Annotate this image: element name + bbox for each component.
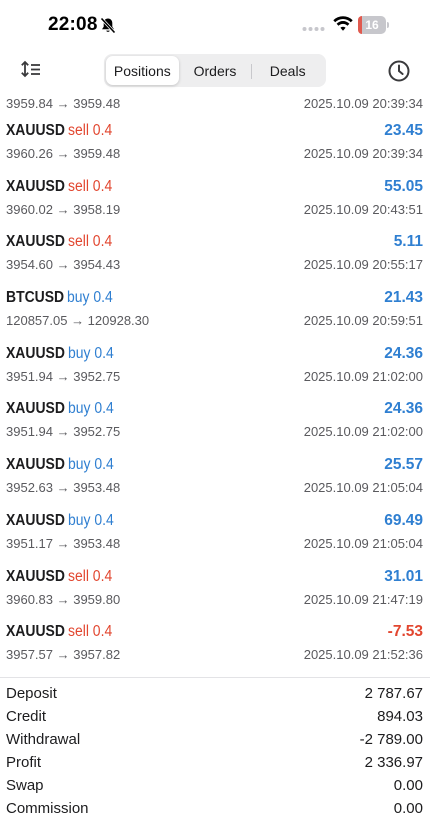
deal-row[interactable]: XAUUSD sell 0.4 -7.53 3957.57 → 3957.82 2025… <box>0 617 430 673</box>
deal-time: 2025.10.09 21:52:36 <box>303 647 423 663</box>
deal-profit: -7.53 <box>387 623 423 641</box>
deal-row[interactable]: XAUUSD sell 0.4 5.11 3954.60 → 3954.43 2025.… <box>0 227 430 283</box>
tab-positions[interactable]: Positions <box>106 56 179 85</box>
deal-time: 2025.10.09 20:39:34 <box>303 96 423 111</box>
deal-symbol: XAUUSD <box>6 567 65 585</box>
deal-prices: 3954.60 → 3954.43 <box>6 257 121 273</box>
deal-row[interactable]: XAUUSD buy 0.4 25.57 3952.63 → 3953.48 2025.… <box>0 450 430 506</box>
list-item-partial[interactable]: 3959.84 → 3959.48 2025.10.09 20:39:34 <box>0 92 430 116</box>
summary-row: Profit 2 336.97 <box>0 752 430 775</box>
summary-label: Commission <box>6 800 89 817</box>
deals-list: 3959.84 → 3959.48 2025.10.09 20:39:34 XA… <box>0 92 430 673</box>
deal-time: 2025.10.09 20:55:17 <box>303 257 423 273</box>
deal-symbol: XAUUSD <box>6 177 65 195</box>
summary-row: Swap 0.00 <box>0 775 430 798</box>
summary-row: Credit 894.03 <box>0 706 430 729</box>
status-bar: 22:08 16 <box>0 0 430 50</box>
deal-symbol: XAUUSD <box>6 623 65 641</box>
deal-type: buy 0.4 <box>67 344 114 362</box>
deal-prices: 3960.26 → 3959.48 <box>6 146 121 161</box>
deal-profit: 69.49 <box>384 511 423 529</box>
deal-profit: 55.05 <box>384 177 423 195</box>
deal-row[interactable]: BTCUSD buy 0.4 21.43 120857.05 → 120928.30 2… <box>0 283 430 339</box>
deal-type: buy 0.4 <box>67 400 114 418</box>
deal-time: 2025.10.09 20:59:51 <box>303 313 423 329</box>
deal-type: buy 0.4 <box>67 289 113 307</box>
deal-type: sell 0.4 <box>67 122 113 139</box>
deal-profit: 23.45 <box>384 122 423 139</box>
deal-row[interactable]: XAUUSD buy 0.4 69.49 3951.17 → 3953.48 2025.… <box>0 506 430 562</box>
summary-value: 2 336.97 <box>364 754 423 771</box>
deal-profit: 24.36 <box>384 400 423 418</box>
summary-row: Commission 0.00 <box>0 798 430 821</box>
deal-prices: 3957.57 → 3957.82 <box>6 647 121 663</box>
battery-level: 16 <box>365 18 379 32</box>
deal-symbol: XAUUSD <box>6 400 65 418</box>
summary-row: Withdrawal -2 789.00 <box>0 729 430 752</box>
summary-label: Withdrawal <box>6 731 81 748</box>
deal-profit: 31.01 <box>384 567 423 585</box>
summary-label: Credit <box>6 708 47 725</box>
deal-prices: 3951.94 → 3952.75 <box>6 424 121 440</box>
deal-time: 2025.10.09 20:43:51 <box>303 201 423 217</box>
tab-orders[interactable]: Orders <box>179 56 252 85</box>
deal-time: 2025.10.09 21:02:00 <box>303 424 423 440</box>
deal-time: 2025.10.09 21:47:19 <box>303 591 423 607</box>
deal-type: sell 0.4 <box>67 177 113 195</box>
deal-row[interactable]: XAUUSD sell 0.4 55.05 3960.02 → 3958.19 2025… <box>0 172 430 228</box>
deal-type: buy 0.4 <box>67 456 114 474</box>
deal-prices: 3952.63 → 3953.48 <box>6 480 121 496</box>
sort-icon[interactable] <box>20 60 42 80</box>
deal-type: sell 0.4 <box>67 233 113 251</box>
deal-prices: 3951.17 → 3953.48 <box>6 535 121 551</box>
deal-time: 2025.10.09 21:02:00 <box>303 368 423 384</box>
deal-prices: 3960.83 → 3959.80 <box>6 591 121 607</box>
deal-symbol: XAUUSD <box>6 511 65 529</box>
deal-symbol: XAUUSD <box>6 456 65 474</box>
deal-profit: 21.43 <box>384 289 423 307</box>
deal-profit: 24.36 <box>384 344 423 362</box>
summary-value: 0.00 <box>393 800 423 817</box>
tab-switcher: Positions Orders Deals <box>104 54 326 87</box>
battery-indicator: 16 <box>358 16 390 34</box>
summary-value: 0.00 <box>393 777 423 794</box>
deal-prices: 3959.84 → 3959.48 <box>6 96 121 111</box>
deal-profit: 5.11 <box>393 233 423 251</box>
summary-value: 894.03 <box>377 708 423 725</box>
deal-symbol: BTCUSD <box>6 289 65 307</box>
deal-row[interactable]: XAUUSD buy 0.4 24.36 3951.94 → 3952.75 2025.… <box>0 339 430 395</box>
deal-symbol: XAUUSD <box>6 344 65 362</box>
summary-label: Deposit <box>6 685 57 702</box>
summary-label: Swap <box>6 777 44 794</box>
summary-value: -2 789.00 <box>359 731 423 748</box>
status-time: 22:08 <box>48 14 98 35</box>
deal-time: 2025.10.09 21:05:04 <box>303 480 423 496</box>
summary-label: Profit <box>6 754 42 771</box>
battery-cap <box>387 22 389 28</box>
deal-row[interactable]: XAUUSD sell 0.4 23.45 3960.26 → 3959.48 2025… <box>0 116 430 172</box>
toolbar: Positions Orders Deals <box>0 50 430 92</box>
wifi-icon <box>333 16 353 31</box>
tab-deals[interactable]: Deals <box>251 56 324 85</box>
deal-time: 2025.10.09 21:05:04 <box>303 535 423 551</box>
deal-type: sell 0.4 <box>67 623 113 641</box>
deal-symbol: XAUUSD <box>6 233 65 251</box>
deal-row[interactable]: XAUUSD sell 0.4 31.01 3960.83 → 3959.80 2025… <box>0 562 430 618</box>
deal-type: buy 0.4 <box>67 511 114 529</box>
deal-time: 2025.10.09 20:39:34 <box>303 146 423 161</box>
clock-icon[interactable] <box>387 59 411 83</box>
account-summary: Deposit 2 787.67 Credit 894.03 Withdrawal -2 … <box>0 677 430 821</box>
signal-icon <box>302 27 325 31</box>
bell-muted-icon <box>100 17 116 34</box>
deal-row[interactable]: XAUUSD buy 0.4 24.36 3951.94 → 3952.75 2025.… <box>0 394 430 450</box>
deal-prices: 3960.02 → 3958.19 <box>6 201 121 217</box>
deal-prices: 3951.94 → 3952.75 <box>6 368 121 384</box>
summary-row: Deposit 2 787.67 <box>0 683 430 706</box>
deal-prices: 120857.05 → 120928.30 <box>6 313 150 329</box>
deal-profit: 25.57 <box>384 456 423 474</box>
deal-type: sell 0.4 <box>67 567 113 585</box>
summary-value: 2 787.67 <box>364 685 423 702</box>
deal-symbol: XAUUSD <box>6 122 65 139</box>
